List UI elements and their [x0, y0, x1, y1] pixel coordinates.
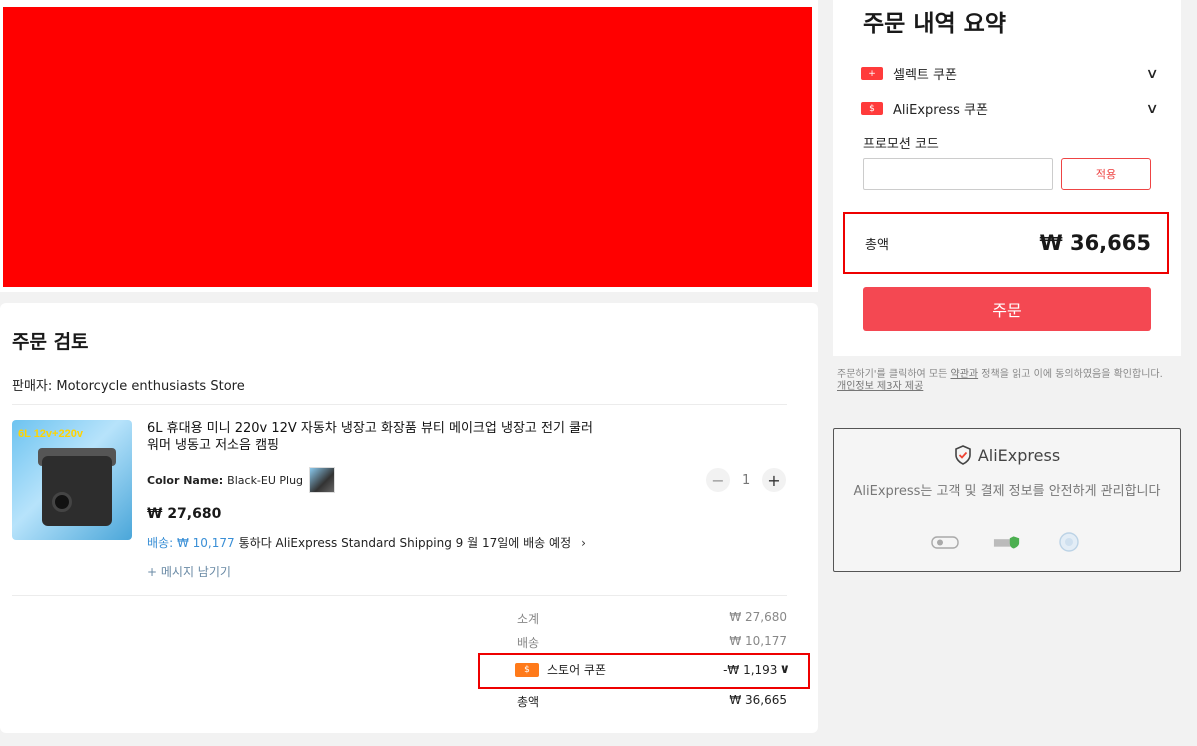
select-coupon-row[interactable]: + 셀렉트 쿠폰 ∨: [861, 64, 1159, 83]
select-coupon-label: 셀렉트 쿠폰: [893, 68, 957, 83]
product-price: ₩ 27,680: [147, 506, 222, 522]
qty-value[interactable]: 1: [742, 473, 750, 488]
verified-shield-icon: [993, 533, 1021, 551]
divider: [12, 404, 787, 405]
apply-button[interactable]: 적용: [1061, 158, 1151, 190]
order-total-value: ₩ 36,665: [1039, 231, 1151, 255]
privacy-third-party-link[interactable]: 개인정보 제3자 제공: [837, 381, 923, 392]
shipping-text: 통하다 AliExpress Standard Shipping 9 월 17일…: [238, 536, 572, 550]
subtotal-row: 소계 ₩ 27,680: [517, 610, 787, 627]
security-text: AliExpress는 고객 및 결제 정보를 안전하게 관리합니다: [853, 484, 1161, 499]
chevron-down-icon[interactable]: ∨: [1145, 66, 1158, 82]
aliexpress-brand-name: AliExpress: [977, 445, 1061, 465]
terms-notice: 주문하기'를 클릭하여 모든 약관과 정책을 읽고 이에 동의하였음을 확인합니…: [837, 369, 1177, 393]
subtotal-value: ₩ 27,680: [729, 610, 787, 624]
product-image-text: 6L 12v+220v: [18, 428, 83, 440]
privacy-seal-icon: [1055, 532, 1083, 552]
chevron-down-icon[interactable]: ∨: [779, 662, 790, 677]
divider: [12, 595, 787, 596]
leave-message-link[interactable]: + 메시지 남기기: [147, 563, 231, 580]
security-badges: [834, 532, 1180, 552]
product-title[interactable]: 6L 휴대용 미니 220v 12V 자동차 냉장고 화장품 뷰티 메이크업 냉…: [147, 420, 607, 454]
terms-text-post: 정책을 읽고 이에 동의하였음을 확인합니다.: [978, 369, 1163, 380]
order-total-box: 총액 ₩ 36,665: [843, 212, 1169, 274]
shipping-row-label: 배송: [517, 636, 540, 650]
color-value: Black-EU Plug: [227, 473, 304, 487]
coupon-icon: $: [515, 662, 539, 677]
banner: [3, 7, 812, 287]
review-total-row: 총액 ₩ 36,665: [517, 693, 787, 710]
quantity-stepper: − 1 +: [706, 468, 786, 492]
seller-name[interactable]: 판매자: Motorcycle enthusiasts Store: [12, 375, 245, 394]
color-label: Color Name:: [147, 473, 224, 487]
promo-code-input[interactable]: [863, 158, 1053, 190]
checkout-page: 주문 검토 판매자: Motorcycle enthusiasts Store …: [0, 0, 1197, 746]
product-image[interactable]: 6L 12v+220v: [12, 420, 132, 540]
banner-card: [0, 0, 818, 292]
security-card: AliExpress AliExpress는 고객 및 결제 정보를 안전하게 …: [833, 428, 1181, 572]
review-total-label: 총액: [517, 695, 540, 709]
shipping-info[interactable]: 배송: ₩ 10,177 통하다 AliExpress Standard Shi…: [147, 534, 586, 551]
review-total-value: ₩ 36,665: [729, 693, 787, 707]
product-variant: Color Name: Black-EU Plug: [147, 467, 336, 493]
promo-code-label: 프로모션 코드: [863, 137, 939, 152]
aliexpress-brand: AliExpress: [834, 445, 1180, 465]
aliexpress-coupon-row[interactable]: $ AliExpress 쿠폰 ∨: [861, 99, 1159, 118]
order-summary-card: 주문 내역 요약 + 셀렉트 쿠폰 ∨ $ AliExpress 쿠폰 ∨ 프로…: [833, 0, 1181, 356]
select-coupon-icon: +: [861, 67, 883, 80]
shipping-label: 배송: ₩ 10,177: [147, 536, 235, 550]
order-button[interactable]: 주문: [863, 287, 1151, 331]
order-summary-title: 주문 내역 요약: [863, 11, 1006, 37]
qty-decrease-button[interactable]: −: [706, 468, 730, 492]
store-coupon-value: -₩ 1,193: [723, 662, 778, 677]
chevron-right-icon[interactable]: ›: [581, 536, 586, 550]
aliexpress-coupon-icon: $: [861, 102, 883, 115]
terms-link[interactable]: 약관과: [951, 369, 979, 380]
order-review-card: 주문 검토 판매자: Motorcycle enthusiasts Store …: [0, 303, 818, 733]
terms-text-pre: 주문하기'를 클릭하여 모든: [837, 369, 951, 380]
shipping-row: 배송 ₩ 10,177: [517, 634, 787, 651]
shield-check-icon: [955, 445, 971, 465]
order-total-label: 총액: [865, 237, 889, 253]
store-coupon-label: 스토어 쿠폰: [547, 663, 607, 677]
store-coupon-row[interactable]: $ 스토어 쿠폰 -₩ 1,193 ∨: [515, 661, 790, 678]
shipping-row-value: ₩ 10,177: [729, 634, 787, 648]
chevron-down-icon[interactable]: ∨: [1145, 101, 1158, 117]
aliexpress-coupon-label: AliExpress 쿠폰: [893, 103, 988, 118]
subtotal-label: 소계: [517, 612, 540, 626]
card-security-icon: [931, 533, 959, 551]
variant-thumbnail: [309, 467, 336, 493]
qty-increase-button[interactable]: +: [762, 468, 786, 492]
order-review-title: 주문 검토: [12, 331, 89, 353]
